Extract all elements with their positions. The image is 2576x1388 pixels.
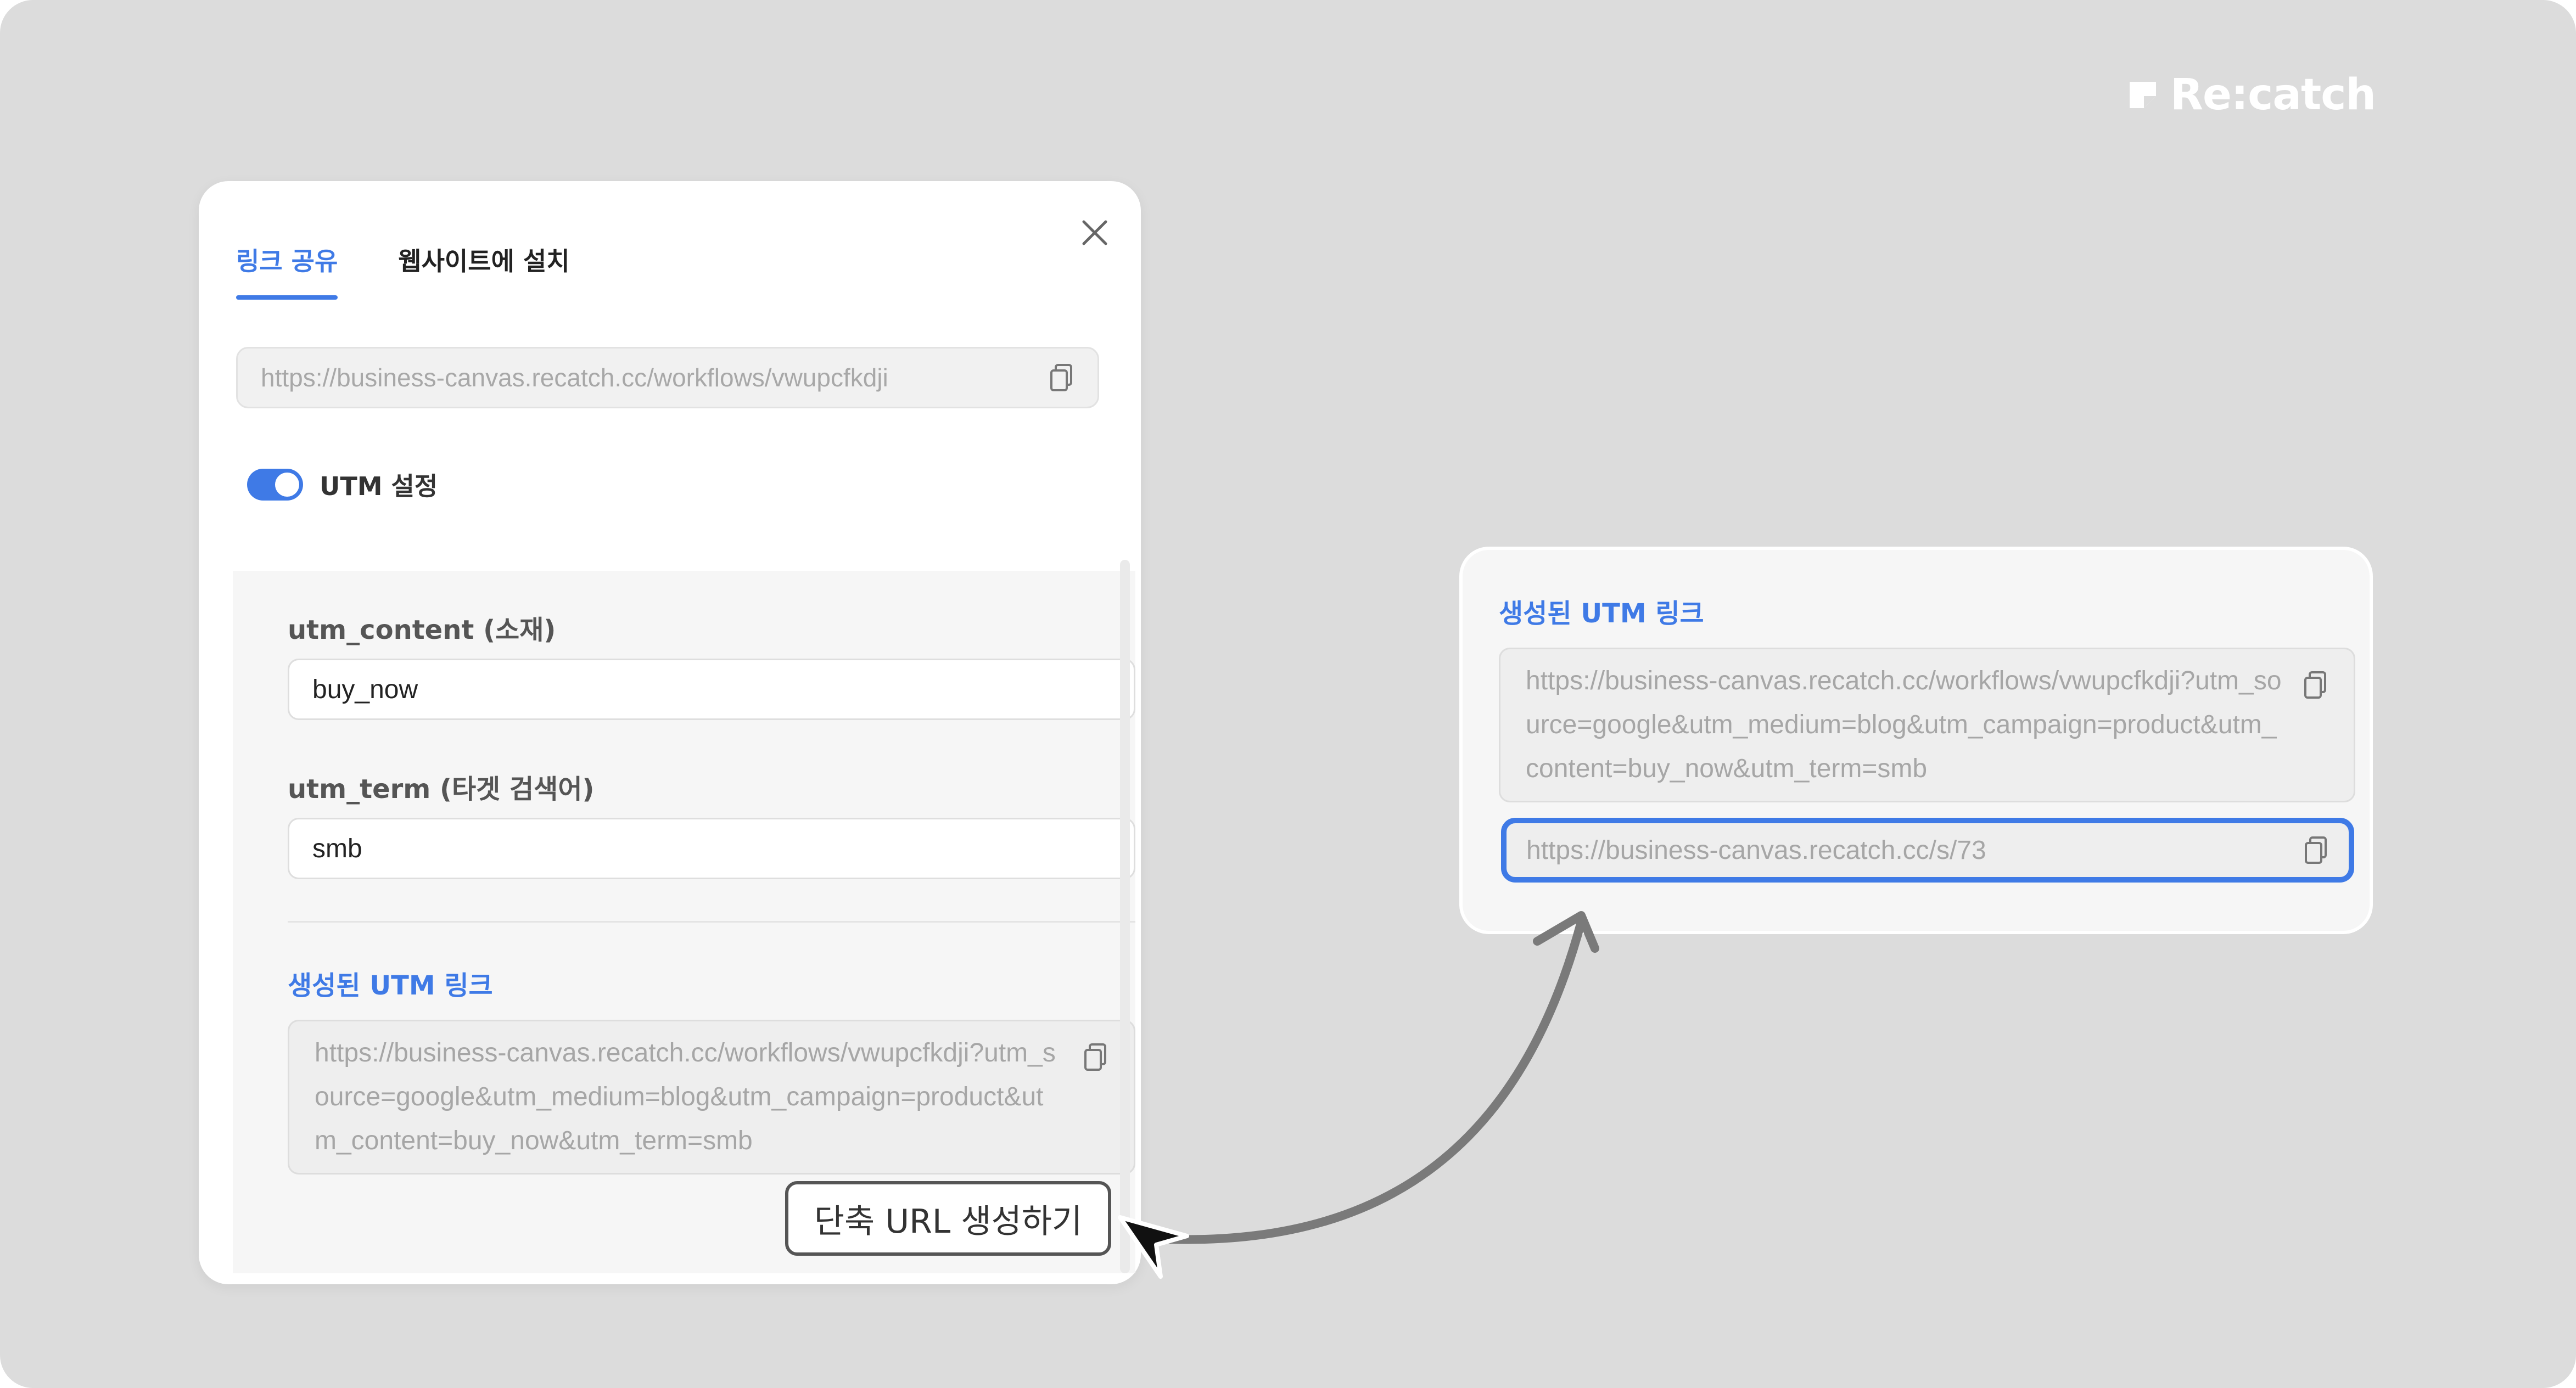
curved-arrow-icon [1165, 918, 1586, 1244]
tab-bar: 링크 공유 웹사이트에 설치 [236, 241, 570, 300]
copy-icon[interactable] [2303, 670, 2328, 700]
tab-install-website[interactable]: 웹사이트에 설치 [398, 241, 569, 300]
utm-toggle-label: UTM 설정 [320, 471, 438, 501]
utm-toggle[interactable] [247, 469, 303, 501]
generated-utm-url: https://business-canvas.recatch.cc/workf… [315, 1038, 1056, 1155]
close-icon[interactable] [1075, 213, 1115, 252]
short-url-field[interactable]: https://business-canvas.recatch.cc/s/73 [1501, 818, 2354, 883]
brand-logo: Re:catch [2127, 70, 2376, 120]
card-generated-utm-url: https://business-canvas.recatch.cc/workf… [1526, 666, 2282, 783]
short-url-text: https://business-canvas.recatch.cc/s/73 [1526, 835, 1986, 865]
utm-toggle-row: UTM 설정 [247, 467, 438, 503]
base-url-text: https://business-canvas.recatch.cc/workf… [261, 363, 888, 392]
utm-settings-section: utm_content (소재) buy_now utm_term (타겟 검색… [233, 571, 1135, 1273]
tab-link-share[interactable]: 링크 공유 [236, 241, 338, 300]
copy-icon[interactable] [1049, 363, 1074, 392]
copy-icon[interactable] [1083, 1042, 1108, 1072]
generated-link-card: 생성된 UTM 링크 https://business-canvas.recat… [1459, 547, 2373, 934]
generated-utm-label: 생성된 UTM 링크 [288, 970, 493, 1001]
panel-scrollbar[interactable] [1120, 560, 1130, 1273]
copy-icon[interactable] [2304, 835, 2329, 865]
utm-content-value: buy_now [312, 675, 418, 704]
card-generated-utm-url-box[interactable]: https://business-canvas.recatch.cc/workf… [1499, 648, 2355, 802]
utm-term-input[interactable]: smb [288, 818, 1135, 879]
utm-term-value: smb [312, 834, 362, 863]
recatch-logo-icon [2129, 82, 2156, 108]
shorten-url-button[interactable]: 단축 URL 생성하기 [785, 1181, 1111, 1256]
utm-content-input[interactable]: buy_now [288, 659, 1135, 720]
generated-utm-url-box[interactable]: https://business-canvas.recatch.cc/workf… [288, 1020, 1135, 1175]
brand-name: Re:catch [2170, 70, 2376, 120]
utm-term-label: utm_term (타겟 검색어) [288, 774, 595, 805]
divider [288, 921, 1135, 923]
base-url-field[interactable]: https://business-canvas.recatch.cc/workf… [236, 347, 1099, 408]
card-generated-utm-label: 생성된 UTM 링크 [1499, 598, 1704, 629]
utm-content-label: utm_content (소재) [288, 615, 556, 645]
canvas: Re:catch 링크 공유 웹사이트에 설치 https://business… [0, 0, 2576, 1388]
